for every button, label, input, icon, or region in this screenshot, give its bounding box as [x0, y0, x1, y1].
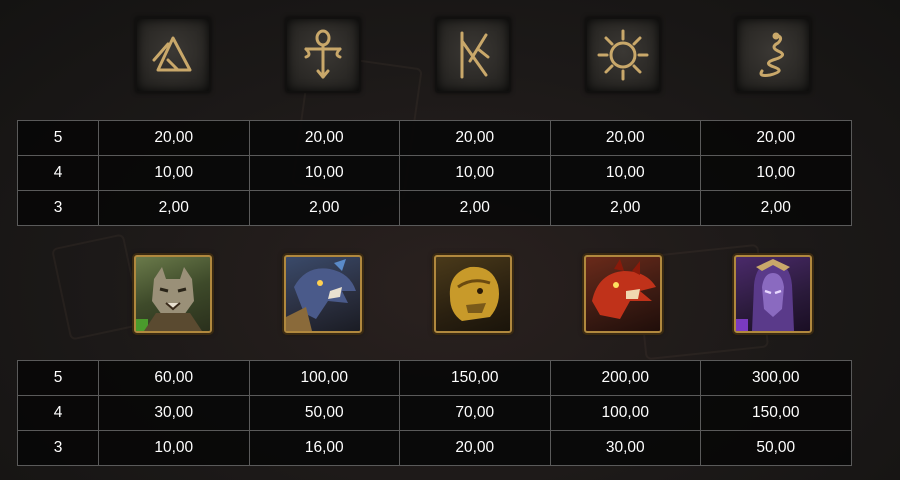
payout-value: 16,00	[248, 430, 400, 466]
payout-value: 150,00	[700, 395, 852, 431]
payout-value: 10,00	[700, 155, 852, 191]
payout-value: 100,00	[549, 395, 701, 431]
payout-value: 50,00	[248, 395, 400, 431]
payout-value: 2,00	[549, 190, 701, 226]
blue-dragon-icon	[284, 255, 362, 333]
table-row: 4 10,00 10,00 10,00 10,00 10,00	[17, 155, 852, 191]
payout-value: 30,00	[549, 430, 701, 466]
payout-value: 10,00	[98, 430, 250, 466]
payout-value: 10,00	[248, 155, 400, 191]
triangle-rune-icon	[135, 17, 211, 93]
payout-value: 10,00	[98, 155, 250, 191]
payout-value: 50,00	[700, 430, 852, 466]
character-paytable: 5 60,00 100,00 150,00 200,00 300,00 4 30…	[17, 360, 852, 466]
sun-rune-icon	[585, 17, 661, 93]
payout-value: 60,00	[98, 360, 250, 396]
payout-value: 2,00	[399, 190, 551, 226]
payout-value: 20,00	[549, 120, 701, 156]
payout-value: 20,00	[399, 430, 551, 466]
symbol-count: 3	[17, 190, 99, 226]
gold-beast-icon	[434, 255, 512, 333]
payout-value: 70,00	[399, 395, 551, 431]
table-row: 4 30,00 50,00 70,00 100,00 150,00	[17, 395, 852, 431]
table-row: 3 2,00 2,00 2,00 2,00 2,00	[17, 190, 852, 226]
table-row: 3 10,00 16,00 20,00 30,00 50,00	[17, 430, 852, 466]
ankh-rune-icon	[285, 17, 361, 93]
rune-symbols-row	[0, 17, 900, 99]
payout-value: 150,00	[399, 360, 551, 396]
purple-sorcerer-icon	[734, 255, 812, 333]
table-row: 5 60,00 100,00 150,00 200,00 300,00	[17, 360, 852, 396]
crossed-lines-rune-icon	[435, 17, 511, 93]
payout-value: 20,00	[98, 120, 250, 156]
payout-value: 2,00	[98, 190, 250, 226]
symbol-count: 5	[17, 120, 99, 156]
payout-value: 100,00	[248, 360, 400, 396]
payout-value: 10,00	[399, 155, 551, 191]
rune-paytable: 5 20,00 20,00 20,00 20,00 20,00 4 10,00 …	[17, 120, 852, 226]
payout-value: 2,00	[700, 190, 852, 226]
symbol-count: 4	[17, 155, 99, 191]
payout-value: 10,00	[549, 155, 701, 191]
payout-value: 300,00	[700, 360, 852, 396]
symbol-count: 5	[17, 360, 99, 396]
character-symbols-row	[0, 255, 900, 337]
payout-value: 200,00	[549, 360, 701, 396]
symbol-count: 4	[17, 395, 99, 431]
payout-value: 2,00	[248, 190, 400, 226]
red-dragon-icon	[584, 255, 662, 333]
payout-value: 20,00	[399, 120, 551, 156]
symbol-count: 3	[17, 430, 99, 466]
payout-value: 20,00	[700, 120, 852, 156]
payout-value: 20,00	[248, 120, 400, 156]
table-row: 5 20,00 20,00 20,00 20,00 20,00	[17, 120, 852, 156]
serpent-rune-icon	[735, 17, 811, 93]
wolf-warrior-icon	[134, 255, 212, 333]
payout-value: 30,00	[98, 395, 250, 431]
